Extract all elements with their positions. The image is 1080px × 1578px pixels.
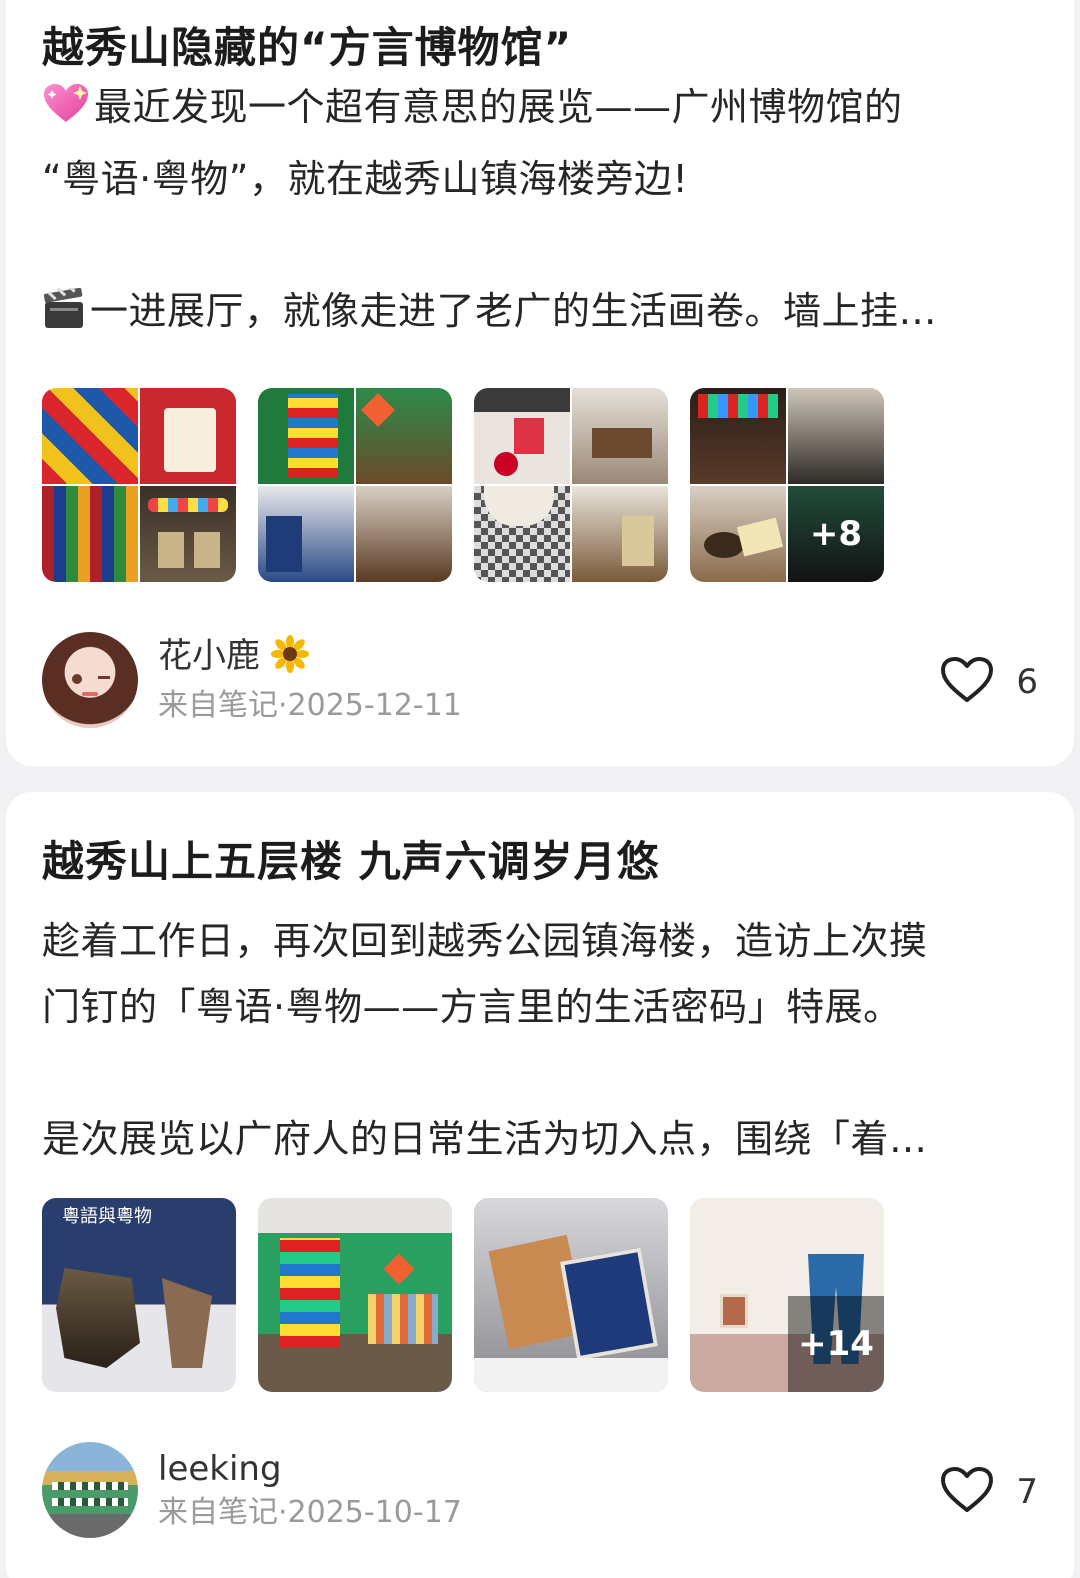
image-tile — [690, 388, 786, 484]
post-image[interactable] — [42, 388, 236, 582]
more-images-count[interactable]: +14 — [788, 1296, 884, 1392]
post-feed: 越秀山隐藏的“方言博物馆” 最近发现一个超有意思的展览——广州博物馆的 “粤语·… — [0, 0, 1080, 1578]
image-tile — [140, 388, 236, 484]
clapper-board-icon — [42, 283, 86, 350]
post-body-line: 趁着工作日，再次回到越秀公园镇海楼，造访上次摸 — [42, 919, 928, 963]
post-meta: 来自笔记·2025-12-11 — [158, 688, 462, 723]
image-tile — [258, 388, 354, 484]
image-tile — [690, 486, 786, 582]
post-image[interactable] — [258, 388, 452, 582]
post-body-line: 是次展览以广府人的日常生活为切入点，围绕「着… — [42, 1117, 928, 1161]
post-body-line: 一进展厅，就像走进了老广的生活画卷。墙上挂… — [42, 278, 937, 350]
like-count: 6 — [1016, 662, 1038, 702]
post-body-blank — [42, 1040, 928, 1106]
author-name[interactable]: leeking — [158, 1446, 462, 1492]
like-count: 7 — [1016, 1472, 1038, 1512]
image-tile — [474, 388, 570, 484]
image-tile — [42, 388, 138, 484]
image-tile — [474, 486, 570, 582]
post-image[interactable] — [474, 1198, 668, 1392]
image-tile — [572, 388, 668, 484]
post-body-line: 门钉的「粤语·粤物——方言里的生活密码」特展。 — [42, 985, 902, 1029]
sunflower-icon — [270, 635, 309, 685]
post-card[interactable]: 越秀山隐藏的“方言博物馆” 最近发现一个超有意思的展览——广州博物馆的 “粤语·… — [6, 0, 1074, 766]
like-button[interactable]: 7 — [940, 1466, 1038, 1518]
post-image[interactable]: +14 — [690, 1198, 884, 1392]
image-gallery: 粵語與粵物 +14 — [42, 1198, 884, 1392]
heart-outline-icon[interactable] — [940, 1466, 994, 1518]
more-images-count[interactable]: +8 — [788, 486, 884, 582]
image-tile — [356, 388, 452, 484]
image-tile — [788, 388, 884, 484]
sparkling-heart-icon — [42, 80, 90, 146]
image-tile — [572, 486, 668, 582]
post-image[interactable]: 粵語與粵物 — [42, 1198, 236, 1392]
author-name[interactable]: 花小鹿 — [158, 633, 462, 685]
post-image[interactable]: +8 — [690, 388, 884, 582]
post-body-line: 最近发现一个超有意思的展览——广州博物馆的 — [42, 74, 937, 146]
post-title[interactable]: 越秀山隐藏的“方言博物馆” — [42, 20, 572, 76]
image-tile — [258, 486, 354, 582]
post-image[interactable] — [474, 388, 668, 582]
post-body-blank — [42, 212, 937, 278]
like-button[interactable]: 6 — [940, 656, 1038, 708]
post-title[interactable]: 越秀山上五层楼 九声六调岁月悠 — [42, 834, 660, 890]
post-meta: 来自笔记·2025-10-17 — [158, 1495, 462, 1530]
image-caption: 粵語與粵物 — [62, 1206, 152, 1227]
image-gallery: +8 — [42, 388, 884, 582]
image-tile — [356, 486, 452, 582]
avatar[interactable] — [42, 632, 138, 728]
post-card[interactable]: 越秀山上五层楼 九声六调岁月悠 趁着工作日，再次回到越秀公园镇海楼，造访上次摸 … — [6, 792, 1074, 1578]
author-row[interactable]: 花小鹿 来自笔记·2025-12-11 — [42, 632, 462, 728]
post-image[interactable] — [258, 1198, 452, 1392]
image-tile — [140, 486, 236, 582]
heart-outline-icon[interactable] — [940, 656, 994, 708]
avatar[interactable] — [42, 1442, 138, 1538]
author-row[interactable]: leeking 来自笔记·2025-10-17 — [42, 1442, 462, 1538]
post-body-line: “粤语·粤物”，就在越秀山镇海楼旁边! — [42, 157, 689, 201]
image-tile — [42, 486, 138, 582]
